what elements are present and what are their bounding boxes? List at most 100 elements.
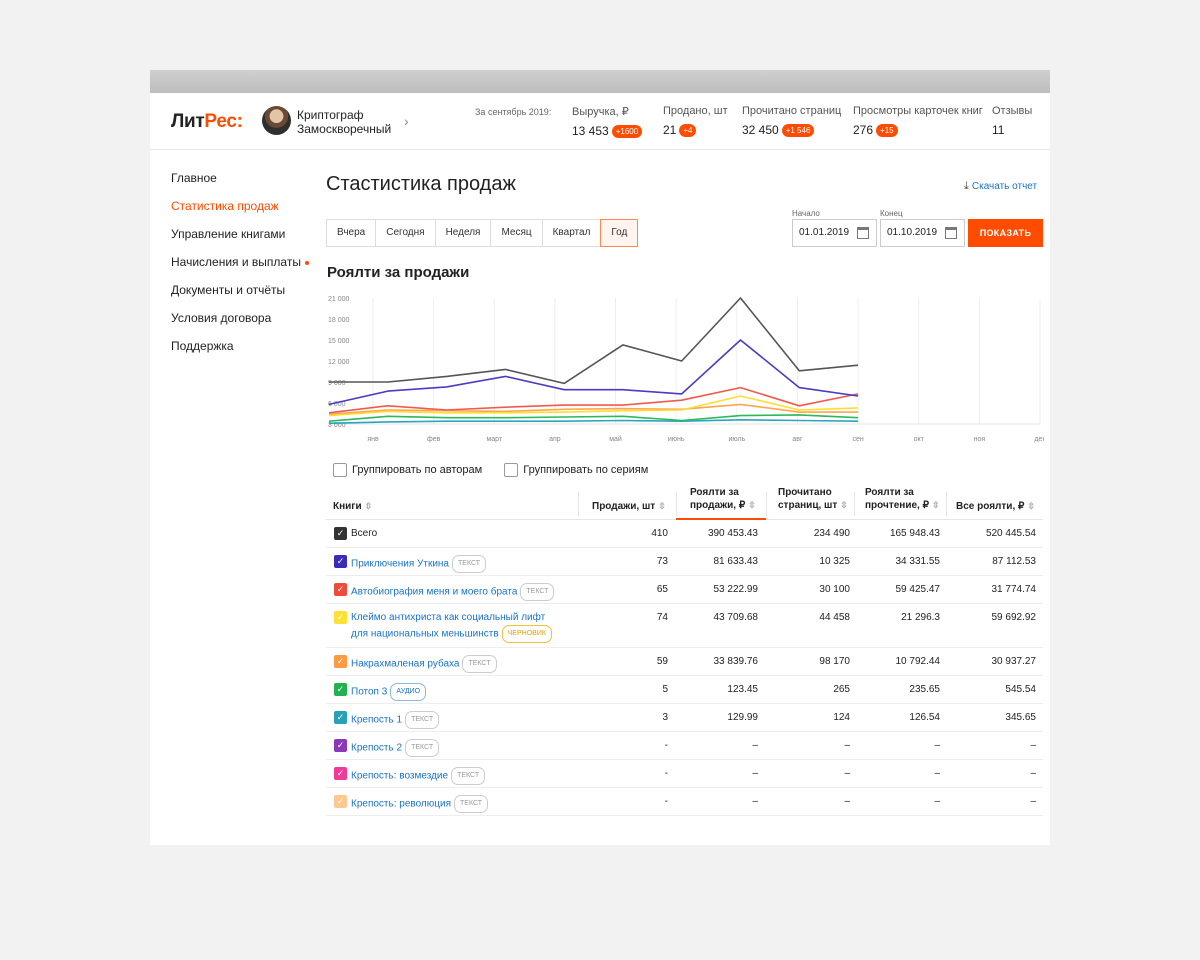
- row-checkbox[interactable]: ✓: [334, 527, 347, 540]
- format-tag: ТЕКСТ: [520, 583, 555, 601]
- sales-cell: 65: [656, 584, 668, 595]
- book-title-link[interactable]: Потоп 3 АУДИО: [351, 683, 427, 701]
- download-icon: ⤓: [964, 180, 969, 192]
- column-header-total-royalty[interactable]: Все роялти, ₽ ⇳: [956, 500, 1035, 513]
- sidebar-item-support[interactable]: Поддержка: [171, 338, 309, 366]
- sales-cell: -: [664, 768, 668, 779]
- book-title-link[interactable]: Приключения Уткина ТЕКСТ: [351, 555, 487, 573]
- table-header: Книги ⇳ Продажи, шт ⇳ Роялти за продажи, ₽ ⇳…: [326, 480, 1043, 520]
- tab-today[interactable]: Сегодня: [376, 220, 436, 246]
- show-button[interactable]: ПОКАЗАТЬ: [968, 219, 1043, 247]
- row-checkbox[interactable]: ✓: [334, 655, 347, 668]
- checkbox-box[interactable]: [504, 463, 519, 477]
- book-title-link[interactable]: Клеймо антихриста как социальный лифт для…: [351, 611, 552, 643]
- sidebar-item-payments[interactable]: Начисления и выплаты: [171, 254, 309, 282]
- end-date-input[interactable]: 01.10.2019: [880, 219, 965, 247]
- book-title-link[interactable]: Накрахмаленая рубаха ТЕКСТ: [351, 655, 497, 673]
- column-header-pages[interactable]: Прочитано страниц, шт ⇳: [778, 486, 848, 512]
- page-title: Стастистика продаж: [326, 173, 516, 195]
- group-by-series-checkbox[interactable]: Группировать по сериям: [504, 463, 648, 477]
- tab-yesterday[interactable]: Вчера: [327, 220, 377, 246]
- start-date-label: Начало: [792, 209, 820, 218]
- row-checkbox[interactable]: ✓: [334, 739, 347, 752]
- sidebar-item-documents[interactable]: Документы и отчёты: [171, 282, 309, 310]
- books-table: Книги ⇳ Продажи, шт ⇳ Роялти за продажи, ₽ ⇳…: [326, 480, 1043, 816]
- sort-icon[interactable]: ⇳: [1027, 501, 1035, 511]
- chevron-right-icon[interactable]: ›: [404, 113, 409, 129]
- row-checkbox[interactable]: ✓: [334, 611, 347, 624]
- sales-cell: 59: [656, 656, 668, 667]
- book-title-link[interactable]: Крепость: возмездие ТЕКСТ: [351, 767, 486, 785]
- stat-views: Просмотры карточек книг 276 +15: [853, 105, 983, 137]
- row-checkbox[interactable]: ✓: [334, 711, 347, 724]
- pages-cell: –: [844, 796, 850, 807]
- column-header-royalty-sales[interactable]: Роялти за продажи, ₽ ⇳: [690, 486, 756, 512]
- table-row[interactable]: ✓ Крепость 1 ТЕКСТ 3 129.99 124 126.54 345.65: [326, 704, 1043, 732]
- tab-quarter[interactable]: Квартал: [543, 220, 602, 246]
- logo[interactable]: ЛитРес:: [171, 111, 243, 133]
- format-tag: ТЕКСТ: [462, 655, 497, 673]
- table-row[interactable]: ✓ Всего 410 390 453.43 234 490 165 948.43 520 …: [326, 520, 1043, 548]
- table-row[interactable]: ✓ Потоп 3 АУДИО 5 123.45 265 235.65 545.54: [326, 676, 1043, 704]
- royalty-cell: 33 839.76: [713, 656, 759, 667]
- x-tick-label: март: [486, 436, 502, 443]
- sidebar-item-sales-stats[interactable]: Статистика продаж: [171, 198, 309, 226]
- sales-cell: 74: [656, 612, 668, 623]
- table-row[interactable]: ✓ Накрахмаленая рубаха ТЕКСТ 59 33 839.76 98 …: [326, 648, 1043, 676]
- row-checkbox[interactable]: ✓: [334, 767, 347, 780]
- book-title-link[interactable]: Крепость 2 ТЕКСТ: [351, 739, 440, 757]
- download-report-link[interactable]: ⤓ Скачать отчет: [964, 180, 1037, 193]
- sidebar-item-main[interactable]: Главное: [171, 170, 309, 198]
- read-royalty-cell: 10 792.44: [895, 656, 941, 667]
- start-date-input[interactable]: 01.01.2019: [792, 219, 877, 247]
- row-checkbox[interactable]: ✓: [334, 795, 347, 808]
- column-header-sales[interactable]: Продажи, шт ⇳: [592, 500, 666, 513]
- sidebar-item-book-management[interactable]: Управление книгами: [171, 226, 309, 254]
- avatar[interactable]: [262, 106, 291, 135]
- row-checkbox[interactable]: ✓: [334, 555, 347, 568]
- read-royalty-cell: –: [934, 796, 940, 807]
- table-row[interactable]: ✓ Приключения Уткина ТЕКСТ 73 81 633.43 10 32…: [326, 548, 1043, 576]
- book-title-link[interactable]: Крепость 1 ТЕКСТ: [351, 711, 440, 729]
- table-row[interactable]: ✓ Крепость: возмездие ТЕКСТ - – – – –: [326, 760, 1043, 788]
- read-royalty-cell: 21 296.3: [901, 612, 940, 623]
- sort-icon[interactable]: ⇳: [748, 500, 756, 510]
- tab-month[interactable]: Месяц: [491, 220, 543, 246]
- sales-cell: -: [664, 796, 668, 807]
- sort-icon[interactable]: ⇳: [658, 501, 666, 511]
- calendar-icon[interactable]: [857, 227, 869, 239]
- book-title-link[interactable]: Автобиография меня и моего брата ТЕКСТ: [351, 583, 555, 601]
- sort-icon[interactable]: ⇳: [932, 500, 940, 510]
- pages-cell: 98 170: [819, 656, 850, 667]
- total-royalty-cell: –: [1030, 796, 1036, 807]
- table-row[interactable]: ✓ Крепость 2 ТЕКСТ - – – – –: [326, 732, 1043, 760]
- calendar-icon[interactable]: [945, 227, 957, 239]
- royalty-cell: 81 633.43: [713, 556, 759, 567]
- checkbox-box[interactable]: [333, 463, 347, 477]
- x-tick-label: апр: [549, 436, 561, 443]
- tab-year[interactable]: Год: [600, 219, 639, 247]
- x-tick-label: фев: [427, 436, 441, 443]
- book-title-link[interactable]: Крепость: революция ТЕКСТ: [351, 795, 489, 813]
- column-header-books[interactable]: Книги ⇳: [333, 500, 372, 513]
- pages-cell: 124: [833, 712, 850, 723]
- table-row[interactable]: ✓ Крепость: революция ТЕКСТ - – – – –: [326, 788, 1043, 816]
- read-royalty-cell: –: [934, 740, 940, 751]
- tab-week[interactable]: Неделя: [436, 220, 492, 246]
- table-row[interactable]: ✓ Клеймо антихриста как социальный лифт дл…: [326, 604, 1043, 648]
- read-royalty-cell: 34 331.55: [895, 556, 941, 567]
- sort-icon[interactable]: ⇳: [365, 501, 373, 511]
- sort-icon[interactable]: ⇳: [840, 500, 848, 510]
- row-checkbox[interactable]: ✓: [334, 583, 347, 596]
- read-royalty-cell: 165 948.43: [889, 528, 940, 539]
- table-row[interactable]: ✓ Автобиография меня и моего брата ТЕКСТ 65…: [326, 576, 1043, 604]
- total-royalty-cell: –: [1030, 768, 1036, 779]
- group-by-authors-checkbox[interactable]: Группировать по авторам: [333, 463, 482, 477]
- user-name[interactable]: Криптограф Замоскворечный: [297, 108, 407, 136]
- x-tick-label: ноя: [974, 436, 986, 443]
- sales-cell: -: [664, 740, 668, 751]
- row-checkbox[interactable]: ✓: [334, 683, 347, 696]
- column-header-royalty-read[interactable]: Роялти за прочтение, ₽ ⇳: [865, 486, 940, 512]
- format-tag: ТЕКСТ: [451, 767, 486, 785]
- sidebar-item-contract[interactable]: Условия договора: [171, 310, 309, 338]
